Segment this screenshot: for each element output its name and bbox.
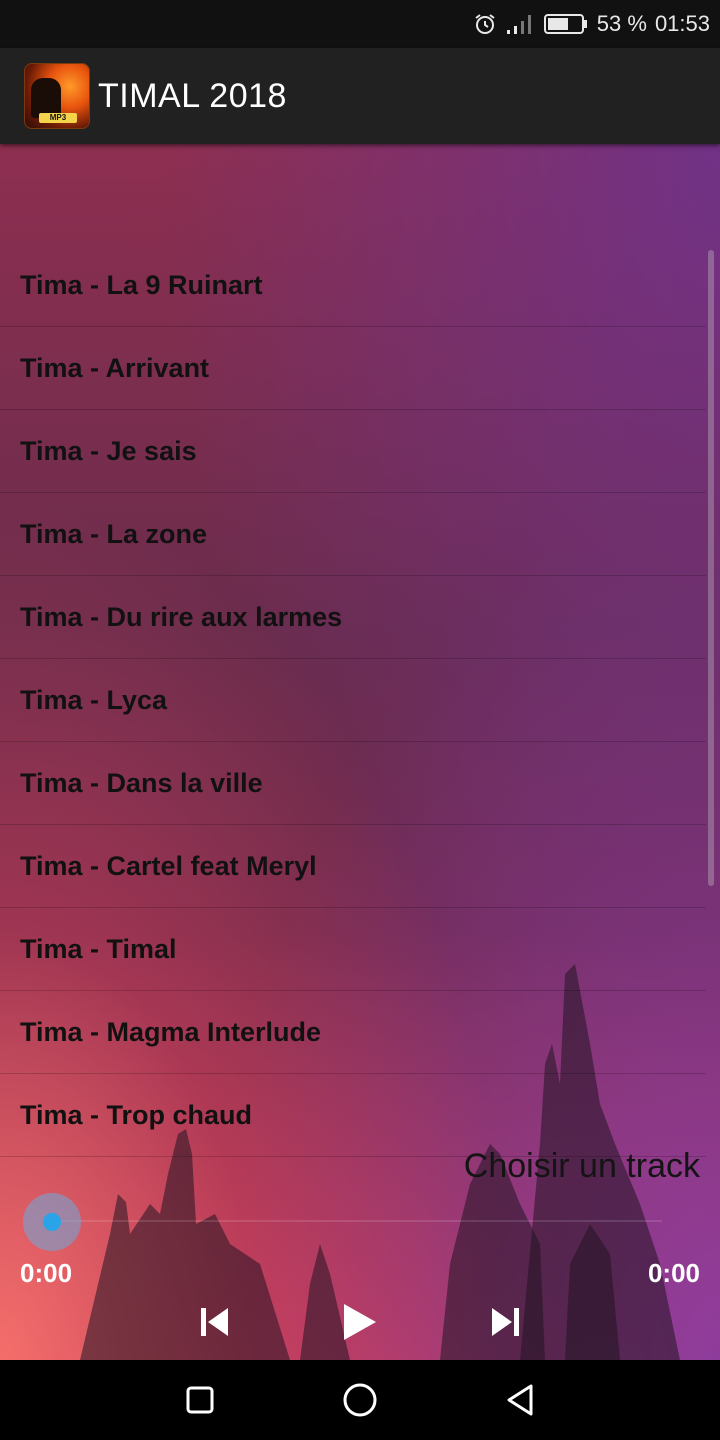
track-title: Tima - Timal — [20, 933, 177, 964]
alarm-icon — [475, 14, 495, 34]
track-title: Tima - Du rire aux larmes — [20, 601, 343, 632]
clock: 01:53 — [654, 11, 710, 36]
app-logo: MP3 — [24, 63, 90, 129]
main-content: Tima - La 9 Ruinart Tima - Arrivant Tima -… — [0, 144, 720, 1360]
play-button[interactable] — [336, 1300, 380, 1344]
track-item[interactable]: Tima - Magma Interlude — [0, 991, 706, 1074]
track-item[interactable]: Tima - La 9 Ruinart — [0, 244, 706, 327]
play-icon — [344, 1304, 376, 1340]
track-title: Tima - Je sais — [20, 435, 197, 466]
track-title: Tima - Arrivant — [20, 352, 210, 383]
track-item[interactable]: Tima - Je sais — [0, 410, 706, 493]
app-logo-label: MP3 — [39, 113, 77, 123]
status-bar: 53 % 01:53 — [0, 0, 720, 48]
track-item[interactable]: Tima - Arrivant — [0, 327, 706, 410]
track-item[interactable]: Tima - Timal — [0, 908, 706, 991]
total-duration: 0:00 — [647, 1258, 700, 1288]
skip-previous-icon — [201, 1308, 228, 1336]
elapsed-time: 0:00 — [20, 1258, 73, 1288]
app-bar: MP3 TIMAL 2018 — [0, 48, 720, 144]
home-circle-icon — [343, 1383, 377, 1417]
back-button[interactable] — [498, 1378, 542, 1422]
back-triangle-icon — [507, 1384, 533, 1416]
skip-previous-button[interactable] — [192, 1300, 236, 1344]
home-button[interactable] — [338, 1378, 382, 1422]
signal-icon — [506, 15, 531, 34]
navigation-bar — [0, 1360, 720, 1440]
track-item[interactable]: Tima - Trop chaud — [0, 1074, 706, 1157]
skip-next-icon — [492, 1308, 519, 1336]
now-playing-title: Choisir un track — [463, 1147, 700, 1185]
track-title: Tima - Cartel feat Meryl — [20, 850, 317, 881]
skip-next-button[interactable] — [484, 1300, 528, 1344]
recents-square-icon — [186, 1386, 214, 1414]
track-title: Tima - Magma Interlude — [20, 1016, 322, 1047]
track-item[interactable]: Tima - Du rire aux larmes — [0, 576, 706, 659]
track-list: Tima - La 9 Ruinart Tima - Arrivant Tima -… — [0, 244, 706, 1157]
track-item[interactable]: Tima - Lyca — [0, 659, 706, 742]
track-title: Tima - Trop chaud — [20, 1099, 253, 1130]
battery-percent: 53 % — [596, 11, 647, 36]
track-title: Tima - La 9 Ruinart — [20, 269, 263, 300]
app-title: TIMAL 2018 — [98, 76, 287, 115]
list-scrollbar[interactable] — [708, 250, 714, 886]
recents-button[interactable] — [178, 1378, 222, 1422]
track-item[interactable]: Tima - La zone — [0, 493, 706, 576]
track-title: Tima - Dans la ville — [20, 767, 263, 798]
seek-bar[interactable] — [52, 1220, 662, 1222]
track-item[interactable]: Tima - Cartel feat Meryl — [0, 825, 706, 908]
track-title: Tima - Lyca — [20, 684, 168, 715]
seek-thumb[interactable] — [43, 1213, 61, 1231]
track-title: Tima - La zone — [20, 518, 208, 549]
track-item[interactable]: Tima - Dans la ville — [0, 742, 706, 825]
battery-icon — [543, 14, 587, 34]
